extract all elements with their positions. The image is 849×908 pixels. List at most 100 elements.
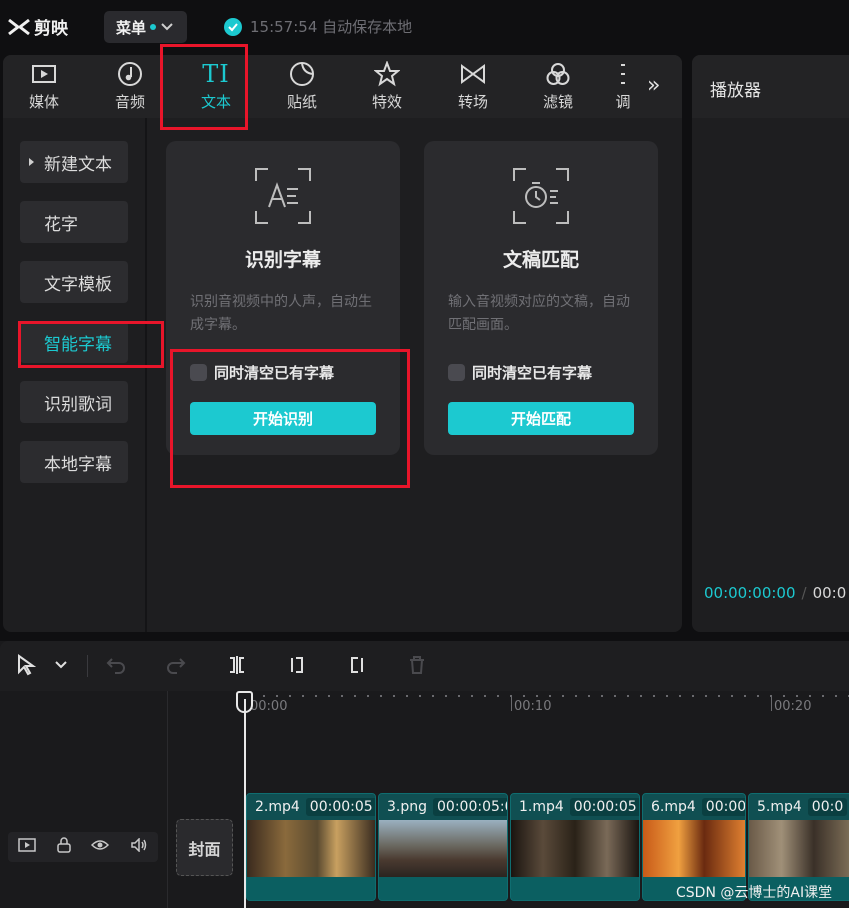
clip-thumbnail	[379, 820, 507, 877]
split-icon[interactable]	[225, 653, 249, 677]
sidebar-item-label: 本地字幕	[44, 454, 112, 475]
tab-label: 特效	[371, 93, 402, 111]
ruler-minor-tick	[406, 695, 408, 697]
script-match-icon	[513, 168, 569, 224]
ruler-minor-tick	[796, 695, 798, 697]
ruler-minor-tick	[419, 695, 421, 697]
clip-name: 5.mp4	[757, 799, 802, 815]
ruler-minor-tick	[445, 695, 447, 697]
ruler-minor-tick	[263, 695, 265, 697]
clip-name: 3.png	[387, 799, 428, 815]
media-icon	[31, 61, 57, 87]
track-header-area	[0, 691, 168, 908]
clip-header: 6.mp4 00:00	[643, 794, 745, 820]
ruler-minor-tick	[562, 695, 564, 697]
ruler-minor-tick	[679, 695, 681, 697]
sidebar-item-label: 花字	[44, 214, 78, 235]
capcut-logo-icon	[8, 18, 30, 35]
timeline-toolbar	[0, 641, 849, 691]
caption-recognize-icon	[255, 168, 311, 224]
ruler-minor-tick	[354, 695, 356, 697]
tab-adjust[interactable]: 调	[603, 61, 643, 116]
audio-icon	[117, 61, 143, 87]
ruler-minor-tick	[276, 695, 278, 697]
ruler-minor-tick	[640, 695, 642, 697]
category-tabs: 媒体 音频 TI 文本 贴纸 特效 转场 滤镜 调 »	[3, 55, 682, 118]
redo-icon[interactable]	[164, 653, 188, 677]
tab-effects[interactable]: 特效	[352, 61, 422, 116]
sidebar-item-text-template[interactable]: 文字模板	[20, 261, 128, 303]
ruler-minor-tick	[471, 695, 473, 697]
track-controls	[8, 832, 158, 862]
ruler-minor-tick	[367, 695, 369, 697]
playhead-line[interactable]	[244, 699, 246, 908]
menu-button[interactable]: 菜单	[104, 11, 187, 43]
lock-icon[interactable]	[57, 837, 71, 857]
trash-icon[interactable]	[405, 653, 429, 677]
script-match-card: 文稿匹配 输入音视频对应的文稿，自动匹配画面。 同时清空已有字幕 开始匹配	[424, 141, 658, 455]
ruler-minor-tick	[705, 695, 707, 697]
tab-audio[interactable]: 音频	[95, 61, 165, 116]
ruler-minor-tick	[315, 695, 317, 697]
total-time: 00:0	[812, 584, 847, 602]
track-video-icon[interactable]	[18, 838, 36, 856]
clip-header: 3.png 00:00:05:0	[379, 794, 507, 820]
undo-icon[interactable]	[104, 653, 128, 677]
eye-icon[interactable]	[91, 839, 110, 855]
start-match-button[interactable]: 开始匹配	[448, 402, 634, 435]
ruler-minor-tick	[731, 695, 733, 697]
ruler-label: 00:10	[514, 699, 552, 714]
adjust-icon	[610, 61, 636, 87]
tab-transition[interactable]: 转场	[438, 61, 508, 116]
sidebar-item-local-captions[interactable]: 本地字幕	[20, 441, 128, 483]
video-clip[interactable]: 1.mp4 00:00:05	[510, 793, 640, 901]
more-tabs-icon[interactable]: »	[647, 73, 660, 98]
tab-label: 媒体	[28, 93, 59, 111]
sidebar-item-label: 新建文本	[44, 154, 112, 175]
video-clip[interactable]: 2.mp4 00:00:05	[246, 793, 376, 901]
ruler-minor-tick	[614, 695, 616, 697]
clear-captions-checkbox[interactable]: 同时清空已有字幕	[448, 362, 592, 383]
autosave-text: 15:57:54 自动保存本地	[250, 18, 413, 36]
annotation-box-text-tab	[160, 44, 248, 130]
ruler-minor-tick	[484, 695, 486, 697]
sidebar-item-new-text[interactable]: 新建文本	[20, 141, 128, 183]
clip-audio-strip	[247, 877, 375, 900]
menu-notification-dot	[150, 24, 157, 30]
clip-name: 2.mp4	[255, 799, 300, 815]
toolbar-divider	[87, 655, 88, 677]
speaker-icon[interactable]	[130, 837, 148, 856]
clip-thumbnail	[511, 820, 639, 877]
select-cursor-icon[interactable]	[14, 653, 38, 677]
clip-audio-strip	[511, 877, 639, 900]
ruler-minor-tick	[328, 695, 330, 697]
chevron-down-icon[interactable]	[49, 653, 73, 677]
clip-name: 6.mp4	[651, 799, 696, 815]
sidebar-item-fancy-text[interactable]: 花字	[20, 201, 128, 243]
tab-media[interactable]: 媒体	[9, 61, 79, 116]
ruler-minor-tick	[549, 695, 551, 697]
delete-left-icon[interactable]	[285, 653, 309, 677]
tab-label: 贴纸	[286, 93, 317, 111]
checkbox-box[interactable]	[448, 364, 465, 381]
top-bar: 剪映 菜单 15:57:54 自动保存本地	[0, 0, 849, 52]
video-clip[interactable]: 3.png 00:00:05:0	[378, 793, 508, 901]
annotation-box-auto-captions	[18, 321, 164, 368]
tab-label: 滤镜	[542, 93, 573, 111]
ruler-minor-tick	[692, 695, 694, 697]
cover-button[interactable]: 封面	[176, 819, 233, 876]
ruler-minor-tick	[718, 695, 720, 697]
ruler-minor-tick	[627, 695, 629, 697]
ruler-label: 00:20	[774, 699, 812, 714]
ruler-minor-tick	[536, 695, 538, 697]
ruler-minor-tick	[601, 695, 603, 697]
tab-label: 转场	[457, 93, 488, 111]
effects-icon	[374, 61, 400, 87]
tab-sticker[interactable]: 贴纸	[267, 61, 337, 116]
ruler-minor-tick	[497, 695, 499, 697]
sidebar-item-lyrics[interactable]: 识别歌词	[20, 381, 128, 423]
sticker-icon	[289, 61, 315, 87]
tab-filter[interactable]: 滤镜	[523, 61, 593, 116]
sidebar-item-label: 识别歌词	[44, 394, 112, 415]
delete-right-icon[interactable]	[345, 653, 369, 677]
